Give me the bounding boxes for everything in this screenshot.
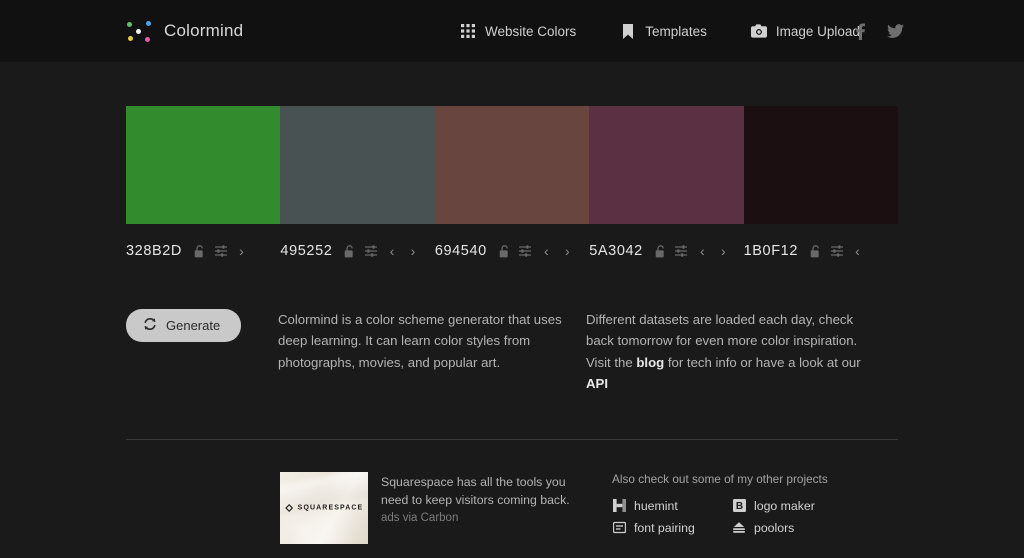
facebook-icon[interactable] [856, 22, 865, 40]
projects-grid: huemint B logo maker font pairing poolor… [612, 499, 852, 535]
sliders-icon[interactable] [674, 243, 689, 259]
nav-label-website-colors: Website Colors [485, 23, 577, 39]
project-link-huemint[interactable]: huemint [612, 499, 732, 513]
font-pairing-icon [612, 521, 626, 535]
project-label: huemint [634, 498, 678, 513]
bookmark-icon [620, 23, 636, 39]
unlock-icon[interactable] [342, 243, 357, 259]
color-swatch[interactable] [126, 106, 281, 224]
project-label: font pairing [634, 520, 695, 535]
nav-item-image-upload[interactable]: Image Upload [750, 23, 860, 39]
api-link[interactable]: API [586, 376, 608, 391]
site-header: Colormind Website Colors Templates Image… [0, 0, 1024, 62]
colormind-dots-logo [126, 19, 152, 43]
carbon-ad: SQUARESPACE Squarespace has all the tool… [280, 471, 588, 544]
generate-button-label: Generate [166, 318, 221, 333]
project-link-logo-maker[interactable]: B logo maker [732, 499, 852, 513]
divider-top [126, 438, 898, 440]
svg-text:B: B [735, 501, 742, 512]
unlock-icon[interactable] [497, 243, 512, 259]
project-label: logo maker [754, 498, 815, 513]
color-swatch[interactable] [280, 106, 435, 224]
hex-code[interactable]: 328B2D [126, 243, 182, 259]
squarespace-wordmark: SQUARESPACE [297, 504, 364, 511]
chevron-right-icon[interactable]: › [716, 243, 731, 259]
project-link-font-pairing[interactable]: font pairing [612, 521, 732, 535]
unlock-icon[interactable] [192, 243, 207, 259]
chevron-right-icon[interactable]: › [234, 243, 249, 259]
chevron-left-icon[interactable]: ‹ [384, 243, 399, 259]
nav-label-image-upload: Image Upload [775, 23, 860, 39]
footer-spacer [126, 472, 280, 544]
hex-code[interactable]: 5A3042 [589, 243, 643, 259]
refresh-icon [143, 317, 157, 334]
nav-item-templates[interactable]: Templates [620, 23, 707, 39]
nav-item-website-colors[interactable]: Website Colors [460, 23, 576, 39]
color-controls: 495252 ‹ › [280, 243, 434, 259]
about-paragraph-left: Colormind is a color scheme generator th… [278, 312, 562, 370]
squarespace-logo: SQUARESPACE [285, 503, 364, 512]
other-projects: Also check out some of my other projects… [612, 472, 852, 544]
color-controls: 1B0F12 ‹ [744, 243, 898, 259]
grid-icon [460, 23, 476, 39]
ad-attribution[interactable]: ads via Carbon [381, 512, 588, 524]
twitter-icon[interactable] [887, 23, 904, 39]
footer: SQUARESPACE Squarespace has all the tool… [0, 471, 1024, 544]
squarespace-mark-icon [285, 503, 294, 512]
color-swatch[interactable] [589, 106, 744, 224]
color-swatch[interactable] [743, 106, 899, 224]
color-swatch[interactable] [434, 106, 590, 224]
brand-logo-link[interactable]: Colormind [126, 19, 243, 43]
about-paragraph-right: Different datasets are loaded each day, … [586, 309, 876, 395]
main-nav: Website Colors Templates Image Upload [460, 23, 860, 39]
about-text-part2: for tech info or have a look at our [664, 354, 861, 370]
sliders-icon[interactable] [518, 243, 533, 259]
sliders-icon[interactable] [213, 243, 228, 259]
generate-column: Generate [126, 309, 278, 342]
logo-maker-icon: B [732, 499, 746, 513]
project-label: poolors [754, 520, 795, 535]
color-controls: 5A3042 ‹ › [589, 243, 743, 259]
hex-code[interactable]: 694540 [435, 243, 487, 259]
unlock-icon[interactable] [653, 243, 668, 259]
chevron-left-icon[interactable]: ‹ [850, 243, 865, 259]
color-label-row: 328B2D › 495252 ‹ › 694540 ‹ › 5A3042 ‹ … [126, 243, 898, 259]
color-controls: 328B2D › [126, 243, 280, 259]
generate-button[interactable]: Generate [126, 309, 242, 342]
ad-text: Squarespace has all the tools you need t… [381, 472, 588, 544]
poolors-icon [732, 521, 746, 535]
projects-title: Also check out some of my other projects [612, 471, 828, 486]
social-links [856, 22, 904, 40]
chevron-left-icon[interactable]: ‹ [695, 243, 710, 259]
project-link-poolors[interactable]: poolors [732, 521, 852, 535]
chevron-right-icon[interactable]: › [405, 243, 420, 259]
chevron-right-icon[interactable]: › [560, 243, 575, 259]
huemint-icon [612, 499, 626, 513]
chevron-left-icon[interactable]: ‹ [539, 243, 554, 259]
info-row: Generate Colormind is a color scheme gen… [126, 309, 898, 395]
ad-headline[interactable]: Squarespace has all the tools you need t… [381, 473, 588, 510]
blog-link[interactable]: blog [636, 355, 664, 370]
sliders-icon[interactable] [363, 243, 378, 259]
nav-label-templates: Templates [645, 23, 707, 39]
color-swatch-row [126, 106, 899, 224]
ad-image[interactable]: SQUARESPACE [280, 471, 368, 544]
sliders-icon[interactable] [829, 243, 844, 259]
brand-name: Colormind [164, 21, 244, 40]
palette-stage: 328B2D › 495252 ‹ › 694540 ‹ › 5A3042 ‹ … [0, 106, 1024, 395]
color-controls: 694540 ‹ › [435, 243, 589, 259]
hex-code[interactable]: 1B0F12 [744, 243, 798, 259]
unlock-icon[interactable] [808, 243, 823, 259]
hex-code[interactable]: 495252 [280, 243, 332, 259]
camera-icon [750, 23, 767, 39]
